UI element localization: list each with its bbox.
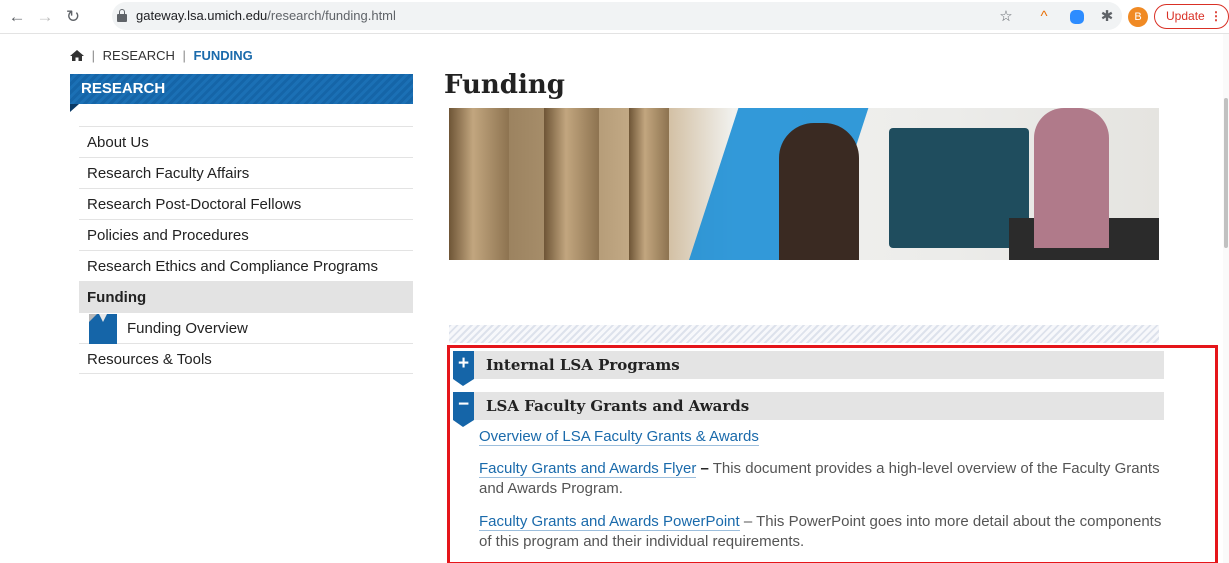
hero-pillar: [544, 108, 599, 260]
hero-pillar: [629, 108, 669, 260]
lock-icon[interactable]: [117, 9, 127, 22]
sub-item-marker: [89, 314, 117, 344]
sidebar-item-policies-procedures[interactable]: Policies and Procedures: [79, 219, 413, 250]
breadcrumb: | RESEARCH | FUNDING: [70, 48, 253, 63]
banner-fold: [70, 104, 79, 112]
sidebar-item-resources-tools[interactable]: Resources & Tools: [79, 343, 413, 374]
url-host: gateway.lsa.umich.edu: [136, 8, 268, 23]
home-icon[interactable]: [70, 50, 84, 61]
hero-image: [449, 108, 1159, 260]
star-icon[interactable]: ☆: [996, 7, 1016, 27]
hero-pillar: [449, 108, 509, 260]
scrollbar-thumb[interactable]: [1224, 98, 1228, 248]
back-arrow-icon[interactable]: ←: [6, 6, 28, 28]
puzzle-icon[interactable]: ✱: [1097, 7, 1117, 27]
update-label: Update: [1166, 9, 1205, 23]
hero-machine: [889, 128, 1029, 248]
sidebar-item-label: Funding Overview: [127, 320, 248, 337]
url-path: /research/funding.html: [267, 8, 396, 23]
browser-toolbar: ← → ↻ gateway.lsa.umich.edu/research/fun…: [0, 0, 1229, 34]
sidebar-item-about-us[interactable]: About Us: [79, 126, 413, 157]
highlight-box: [447, 345, 1218, 563]
forward-arrow-icon[interactable]: →: [34, 6, 56, 28]
sidebar-item-research-faculty-affairs[interactable]: Research Faculty Affairs: [79, 157, 413, 188]
extension-icon[interactable]: ^: [1034, 7, 1054, 27]
breadcrumb-funding: FUNDING: [193, 48, 253, 63]
kebab-menu-icon[interactable]: ⋮: [1210, 5, 1222, 28]
sidebar-item-funding-overview[interactable]: Funding Overview: [79, 312, 413, 344]
page-title: Funding: [444, 70, 565, 100]
breadcrumb-separator: |: [182, 48, 186, 63]
breadcrumb-separator: |: [91, 48, 96, 63]
sidebar-banner[interactable]: RESEARCH: [70, 74, 413, 104]
sidebar-item-funding[interactable]: Funding: [79, 281, 413, 312]
sidebar-nav: About Us Research Faculty Affairs Resear…: [79, 126, 413, 374]
url-text[interactable]: gateway.lsa.umich.edu/research/funding.h…: [136, 8, 396, 23]
reload-icon[interactable]: ↻: [62, 6, 84, 28]
sidebar-item-post-doctoral-fellows[interactable]: Research Post-Doctoral Fellows: [79, 188, 413, 219]
hatched-divider: [449, 325, 1159, 343]
sidebar-item-ethics-compliance[interactable]: Research Ethics and Compliance Programs: [79, 250, 413, 281]
profile-avatar[interactable]: B: [1128, 7, 1148, 27]
hero-person: [1034, 108, 1109, 248]
breadcrumb-research[interactable]: RESEARCH: [103, 48, 175, 63]
hero-person: [779, 123, 859, 260]
zoom-icon[interactable]: [1070, 10, 1084, 24]
update-button[interactable]: Update ⋮: [1154, 4, 1229, 29]
